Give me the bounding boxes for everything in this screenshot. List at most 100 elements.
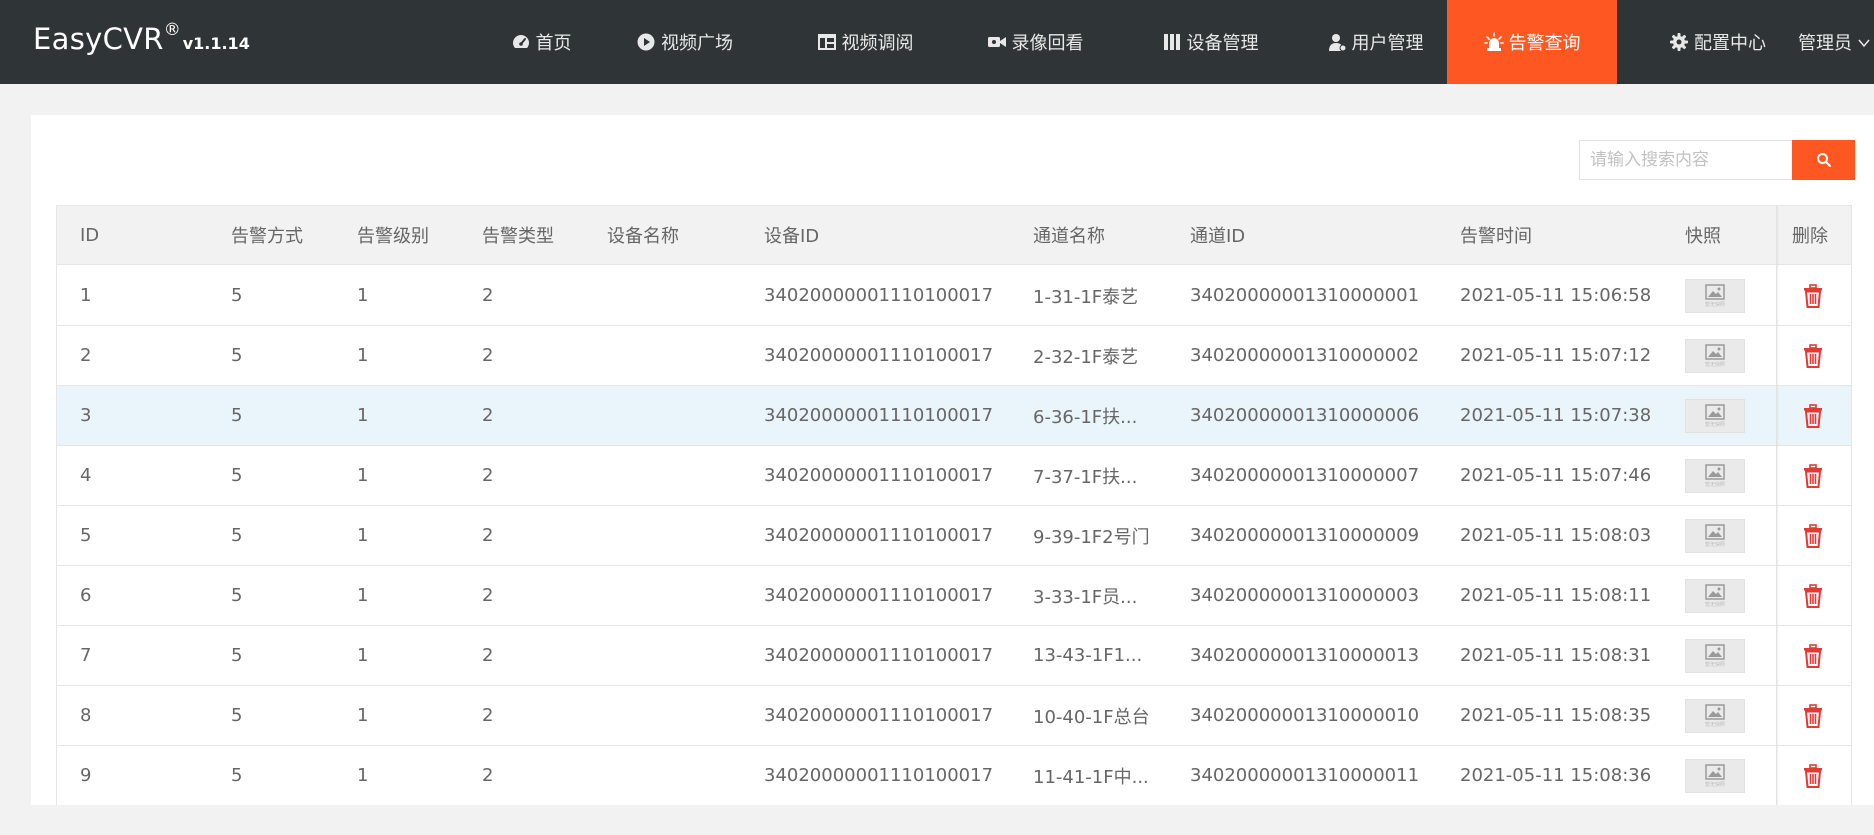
cell-device-name (607, 566, 747, 625)
nav-item-label: 录像回看 (1011, 33, 1084, 54)
image-placeholder-icon (1705, 343, 1725, 360)
nav-item-user-management[interactable]: 用户管理 (1305, 0, 1445, 84)
search-input[interactable] (1579, 140, 1823, 180)
alarm-table: ID 告警方式 告警级别 告警类型 设备名称 设备ID 通道名称 通道ID 告警… (56, 205, 1852, 805)
snapshot-thumbnail[interactable]: 暂无快照 (1685, 278, 1745, 313)
snapshot-thumbnail[interactable]: 暂无快照 (1685, 758, 1745, 793)
cell-alarm-method: 5 (231, 285, 243, 306)
cell-device-id: 34020000001110100017 (764, 765, 994, 786)
trash-icon[interactable] (1802, 283, 1824, 308)
trash-icon[interactable] (1802, 343, 1824, 368)
snapshot-thumbnail[interactable]: 暂无快照 (1685, 338, 1745, 373)
cell-delete (1792, 266, 1851, 325)
cell-snapshot: 暂无快照 (1685, 506, 1765, 565)
nav-item-label: 视频调阅 (841, 33, 914, 54)
snapshot-thumbnail[interactable]: 暂无快照 (1685, 698, 1745, 733)
cell-alarm-method: 5 (231, 405, 243, 426)
cell-device-id: 34020000001110100017 (764, 405, 994, 426)
cell-alarm-type: 2 (482, 285, 494, 306)
nav-item-config-center[interactable]: 配置中心 (1645, 0, 1790, 84)
cell-id: 5 (80, 525, 92, 546)
table-row[interactable]: 9 5 1 2 34020000001110100017 11-41-1F中... 3402… (57, 746, 1851, 805)
snapshot-thumbnail[interactable]: 暂无快照 (1685, 578, 1745, 613)
cell-channel-id: 34020000001310000009 (1190, 525, 1420, 546)
cell-device-name (607, 746, 747, 805)
image-placeholder-icon (1705, 463, 1725, 480)
snapshot-placeholder-text: 暂无快照 (1704, 541, 1725, 548)
table-row[interactable]: 8 5 1 2 34020000001110100017 10-40-1F总台 340200… (57, 686, 1851, 746)
search-button[interactable] (1792, 140, 1855, 180)
cell-snapshot: 暂无快照 (1685, 626, 1765, 685)
cell-channel-id: 34020000001310000001 (1190, 285, 1420, 306)
cell-channel-name: 10-40-1F总台 (1033, 706, 1150, 728)
cell-snapshot: 暂无快照 (1685, 746, 1765, 805)
column-header-device-name: 设备名称 (607, 226, 679, 247)
cell-alarm-level: 1 (357, 405, 369, 426)
cell-alarm-type: 2 (482, 525, 494, 546)
table-row[interactable]: 1 5 1 2 34020000001110100017 1-31-1F泰艺 3402000… (57, 266, 1851, 326)
trash-icon[interactable] (1802, 463, 1824, 488)
cell-device-id: 34020000001110100017 (764, 705, 994, 726)
trash-icon[interactable] (1802, 643, 1824, 668)
snapshot-thumbnail[interactable]: 暂无快照 (1685, 398, 1745, 433)
user-menu[interactable]: 管理员 (1798, 0, 1874, 84)
table-header: ID 告警方式 告警级别 告警类型 设备名称 设备ID 通道名称 通道ID 告警… (57, 206, 1851, 265)
column-header-alarm-level: 告警级别 (357, 226, 429, 247)
nav-item-alarm-query[interactable]: 告警查询 (1447, 0, 1617, 84)
cell-id: 6 (80, 585, 92, 606)
image-placeholder-icon (1705, 703, 1725, 720)
cell-channel-id: 34020000001310000010 (1190, 705, 1420, 726)
cell-channel-id: 34020000001310000007 (1190, 465, 1420, 486)
cell-alarm-time: 2021-05-11 15:07:38 (1460, 405, 1652, 426)
column-header-snapshot: 快照 (1685, 226, 1721, 247)
cell-snapshot: 暂无快照 (1685, 446, 1765, 505)
fixed-column-divider (1776, 206, 1779, 805)
cell-alarm-time: 2021-05-11 15:06:58 (1460, 285, 1652, 306)
nav-item-video-review[interactable]: 视频调阅 (795, 0, 935, 84)
video-camera-icon (987, 32, 1007, 52)
cell-channel-name: 11-41-1F中... (1033, 766, 1149, 788)
nav-item-video-square[interactable]: 视频广场 (622, 0, 747, 84)
snapshot-thumbnail[interactable]: 暂无快照 (1685, 458, 1745, 493)
nav-item-device-management[interactable]: 设备管理 (1140, 0, 1280, 84)
cell-alarm-time: 2021-05-11 15:08:11 (1460, 585, 1652, 606)
table-row[interactable]: 3 5 1 2 34020000001110100017 6-36-1F扶... 34020… (57, 386, 1851, 446)
cell-alarm-type: 2 (482, 765, 494, 786)
cell-delete (1792, 626, 1851, 685)
column-header-id: ID (80, 224, 100, 246)
snapshot-thumbnail[interactable]: 暂无快照 (1685, 638, 1745, 673)
column-header-alarm-method: 告警方式 (231, 226, 303, 247)
cell-delete (1792, 446, 1851, 505)
cell-channel-id: 34020000001310000003 (1190, 585, 1420, 606)
snapshot-thumbnail[interactable]: 暂无快照 (1685, 518, 1745, 553)
cell-channel-name: 3-33-1F员... (1033, 586, 1138, 608)
cell-delete (1792, 686, 1851, 745)
table-row[interactable]: 7 5 1 2 34020000001110100017 13-43-1F1... 3402… (57, 626, 1851, 686)
cell-alarm-level: 1 (357, 285, 369, 306)
trash-icon[interactable] (1802, 763, 1824, 788)
table-row[interactable]: 6 5 1 2 34020000001110100017 3-33-1F员... 34020… (57, 566, 1851, 626)
image-placeholder-icon (1705, 763, 1725, 780)
nav-item-label: 视频广场 (661, 33, 733, 54)
snapshot-placeholder-text: 暂无快照 (1704, 361, 1725, 368)
gear-icon (1669, 32, 1689, 52)
trash-icon[interactable] (1802, 703, 1824, 728)
image-placeholder-icon (1705, 583, 1725, 600)
nav-item-label: 用户管理 (1351, 33, 1424, 54)
snapshot-placeholder-text: 暂无快照 (1704, 601, 1725, 608)
nav-item-home[interactable]: 首页 (485, 0, 597, 84)
snapshot-placeholder-text: 暂无快照 (1704, 781, 1725, 788)
cell-device-id: 34020000001110100017 (764, 585, 994, 606)
nav-item-playback[interactable]: 录像回看 (965, 0, 1105, 84)
cell-alarm-time: 2021-05-11 15:08:31 (1460, 645, 1652, 666)
app-logo[interactable]: EasyCVR®v1.1.14 (33, 20, 250, 56)
trash-icon[interactable] (1802, 403, 1824, 428)
table-row[interactable]: 2 5 1 2 34020000001110100017 2-32-1F泰艺 3402000… (57, 326, 1851, 386)
trash-icon[interactable] (1802, 523, 1824, 548)
content-card: ID 告警方式 告警级别 告警类型 设备名称 设备ID 通道名称 通道ID 告警… (31, 115, 1874, 805)
table-row[interactable]: 4 5 1 2 34020000001110100017 7-37-1F扶... 34020… (57, 446, 1851, 506)
trash-icon[interactable] (1802, 583, 1824, 608)
device-icon (1162, 32, 1182, 52)
table-row[interactable]: 5 5 1 2 34020000001110100017 9-39-1F2号门 340200… (57, 506, 1851, 566)
cell-alarm-type: 2 (482, 345, 494, 366)
